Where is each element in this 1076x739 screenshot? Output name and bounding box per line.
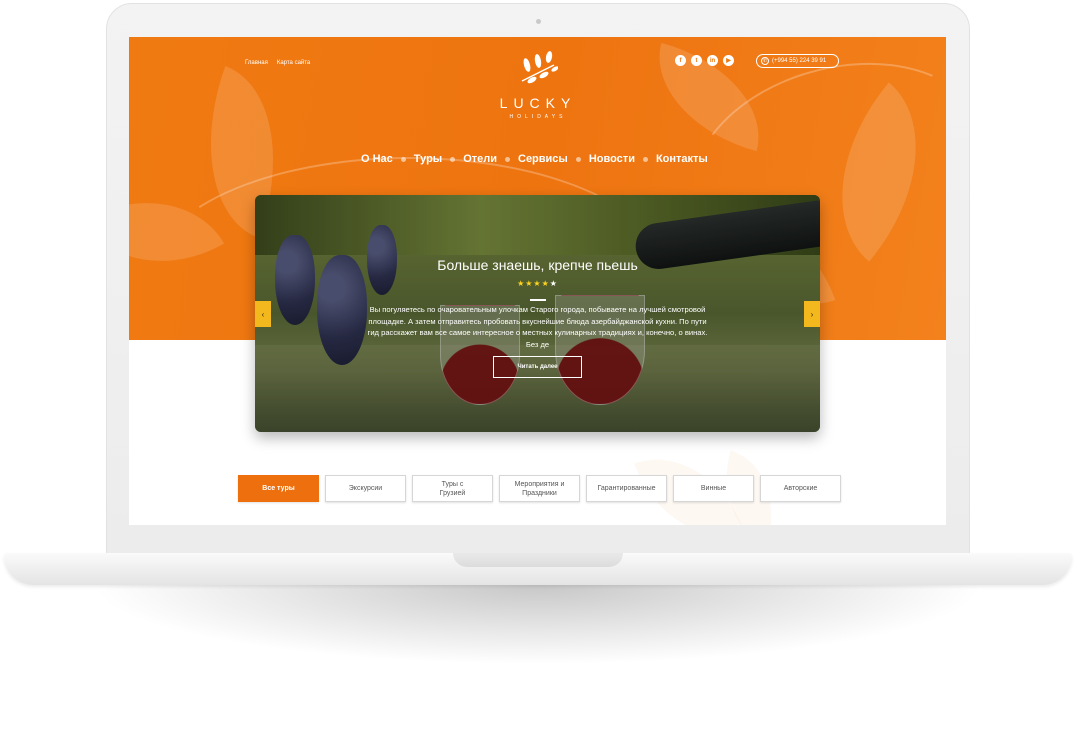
main-nav: О Нас Туры Отели Сервисы Новости Контакт… <box>361 153 708 165</box>
camera-dot <box>536 19 541 24</box>
youtube-icon[interactable]: ▶ <box>723 55 734 66</box>
star-icon: ★ <box>541 279 550 288</box>
nav-separator <box>642 156 648 162</box>
leaf-logo-icon <box>518 51 559 87</box>
star-icon: ★ <box>517 279 526 288</box>
logo-name: LUCKY <box>499 95 577 111</box>
phone-button[interactable]: ✆ (+994 55) 224 39 91 <box>756 54 839 68</box>
laptop-shadow <box>90 585 986 665</box>
tour-filter-bar: Все туры Экскурсии Туры с Грузией Меропр… <box>238 475 841 502</box>
filter-excursions[interactable]: Экскурсии <box>325 475 406 502</box>
twitter-icon[interactable]: t <box>691 55 702 66</box>
top-link-sitemap[interactable]: Карта сайта <box>277 60 310 66</box>
phone-icon: ✆ <box>761 57 769 65</box>
nav-item-about[interactable]: О Нас <box>361 153 393 165</box>
phone-number: (+994 55) 224 39 91 <box>772 58 827 64</box>
filter-all-tours[interactable]: Все туры <box>238 475 319 502</box>
slide-description: Вы погуляетесь по очаровательным улочкам… <box>367 305 708 349</box>
facebook-icon[interactable]: f <box>675 55 686 66</box>
top-links: Главная Карта сайта <box>245 60 310 66</box>
nav-separator <box>505 156 510 162</box>
nav-item-services[interactable]: Сервисы <box>518 153 568 165</box>
nav-separator <box>400 156 406 162</box>
nav-item-contacts[interactable]: Контакты <box>656 153 708 165</box>
laptop-notch <box>453 553 623 567</box>
read-more-button[interactable]: Читать далее <box>493 356 582 378</box>
top-link-home[interactable]: Главная <box>245 60 268 66</box>
filter-authors[interactable]: Авторские <box>760 475 841 502</box>
chevron-left-icon: ‹ <box>261 309 265 319</box>
nav-separator <box>575 156 581 162</box>
slider-prev-button[interactable]: ‹ <box>255 301 271 327</box>
laptop-mockup: Главная Карта сайта LUCKY HOLIDAYS f t i… <box>0 0 1076 739</box>
nav-item-hotels[interactable]: Отели <box>463 153 497 165</box>
filter-georgia-tours[interactable]: Туры с Грузией <box>412 475 493 502</box>
star-icon: ★ <box>533 279 542 288</box>
linkedin-icon[interactable]: in <box>707 55 718 66</box>
social-links: f t in ▶ <box>675 55 734 66</box>
nav-item-tours[interactable]: Туры <box>414 153 442 165</box>
site-logo[interactable]: LUCKY HOLIDAYS <box>487 51 589 120</box>
hero-slide: Больше знаешь, крепче пьешь ★★★★★ Вы пог… <box>255 195 820 432</box>
logo-subtitle: HOLIDAYS <box>509 114 567 120</box>
slider-next-button[interactable]: › <box>804 301 820 327</box>
nav-item-news[interactable]: Новости <box>589 153 635 165</box>
title-divider <box>530 299 546 301</box>
nav-separator <box>450 156 456 162</box>
chevron-right-icon: › <box>810 309 814 319</box>
rating-stars: ★★★★★ <box>255 279 820 288</box>
slide-title: Больше знаешь, крепче пьешь <box>437 257 638 273</box>
filter-guaranteed[interactable]: Гарантированные <box>586 475 667 502</box>
website-screen: Главная Карта сайта LUCKY HOLIDAYS f t i… <box>129 37 946 525</box>
star-icon: ★ <box>549 279 558 288</box>
filter-events[interactable]: Мероприятия и Праздники <box>499 475 580 502</box>
filter-wine[interactable]: Винные <box>673 475 754 502</box>
